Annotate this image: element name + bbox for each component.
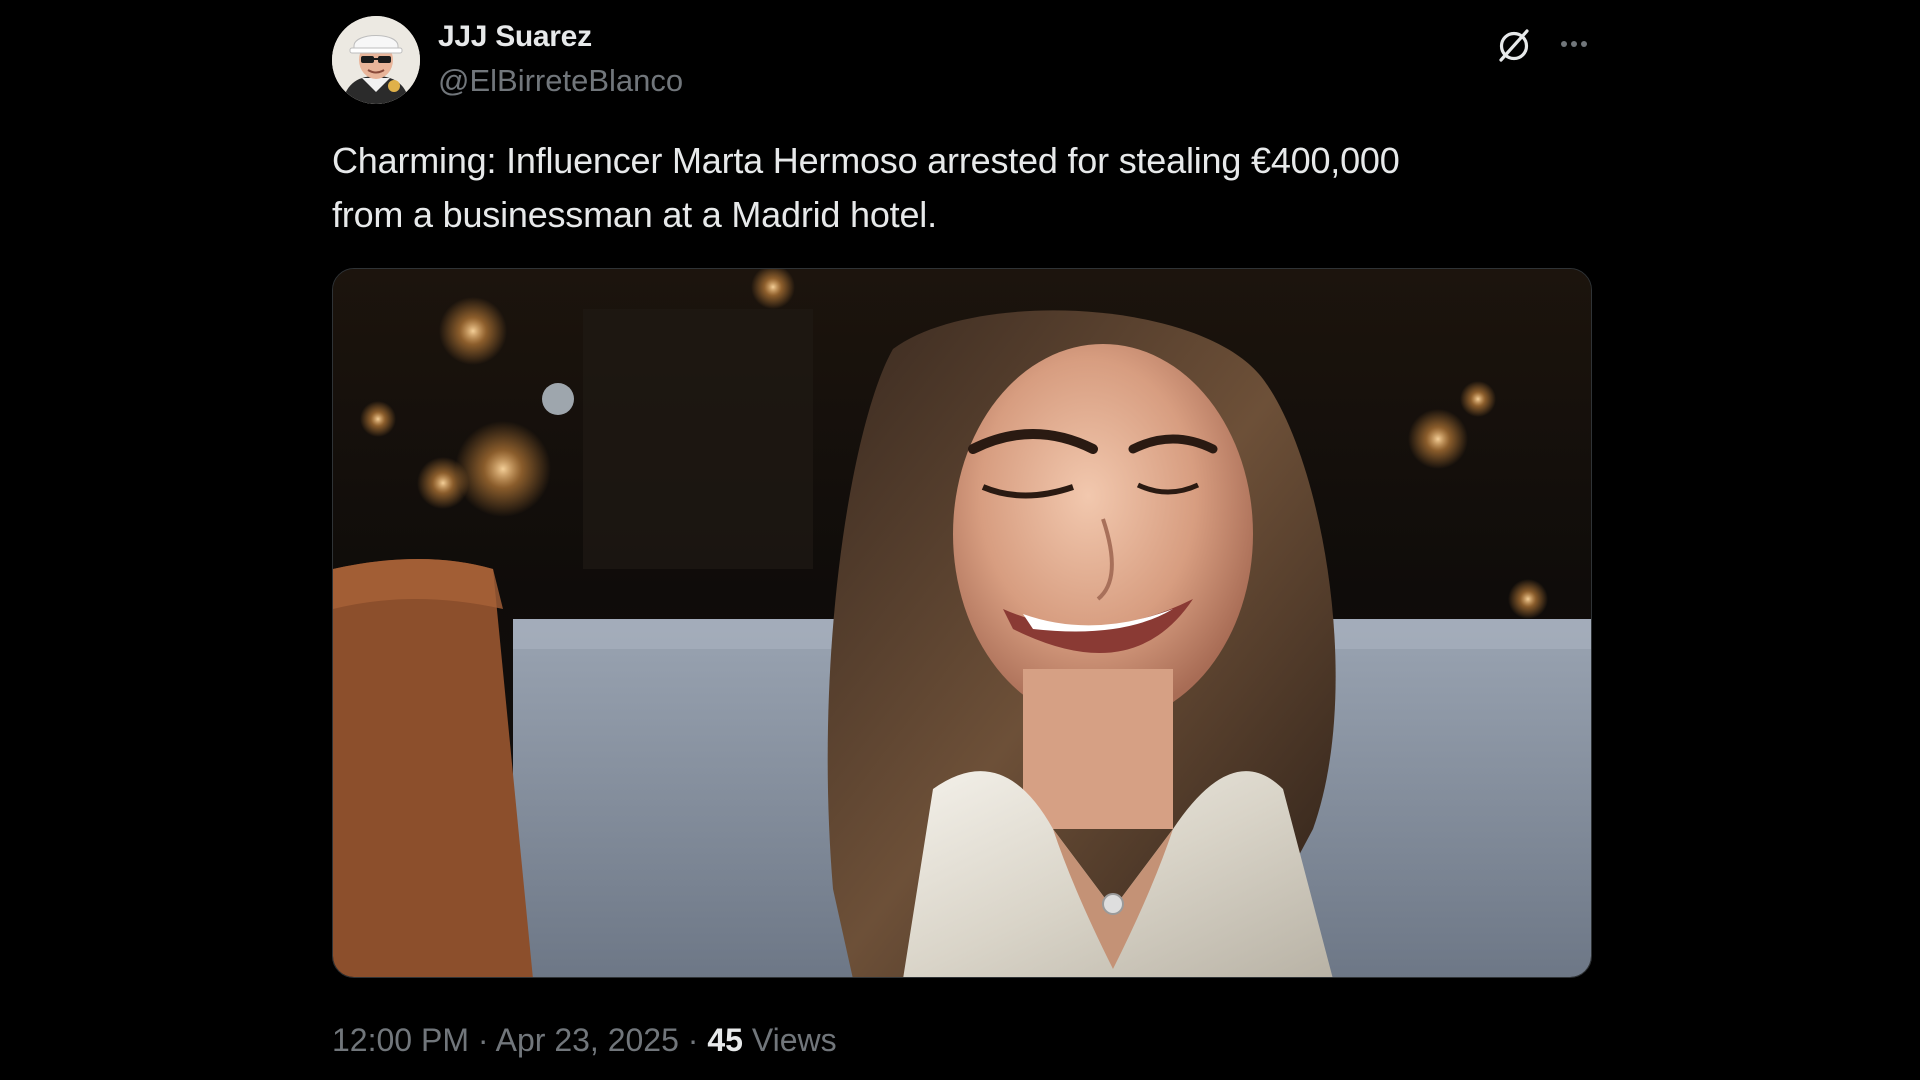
views-count: 45: [707, 1022, 743, 1058]
grok-icon[interactable]: [1490, 20, 1538, 68]
media-image: [333, 269, 1591, 977]
tweet: JJJ Suarez @ElBirreteBlanco Charming: In…: [332, 0, 1592, 1080]
tweet-meta: 12:00 PM · Apr 23, 2025 · 45 Views: [332, 1018, 837, 1062]
tweet-text-line: from a businessman at a Madrid hotel.: [332, 194, 937, 235]
tweet-date[interactable]: Apr 23, 2025: [496, 1022, 679, 1058]
tweet-text-line: Charming: Influencer Marta Hermoso arres…: [332, 140, 1400, 181]
meta-separator: ·: [468, 1022, 496, 1058]
avatar-illustration: [332, 16, 420, 104]
tweet-header: JJJ Suarez @ElBirreteBlanco: [332, 16, 1592, 106]
tweet-text: Charming: Influencer Marta Hermoso arres…: [332, 134, 1592, 242]
author-handle[interactable]: @ElBirreteBlanco: [438, 60, 683, 102]
meta-separator: ·: [678, 1022, 708, 1058]
author-display-name[interactable]: JJJ Suarez: [438, 18, 683, 56]
more-options-icon[interactable]: [1550, 20, 1598, 68]
avatar[interactable]: [332, 16, 420, 104]
author-names: JJJ Suarez @ElBirreteBlanco: [438, 18, 683, 102]
tweet-media-photo[interactable]: [332, 268, 1592, 978]
tweet-time[interactable]: 12:00 PM: [332, 1022, 469, 1058]
views-label: Views: [742, 1022, 837, 1058]
